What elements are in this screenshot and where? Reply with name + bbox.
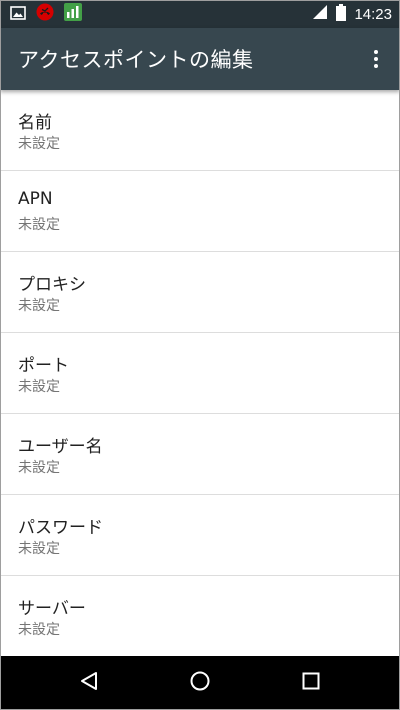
- list-item-apn[interactable]: APN 未設定: [0, 171, 400, 252]
- item-title: ユーザー名: [18, 437, 103, 457]
- list-item-port[interactable]: ポート 未設定: [0, 333, 400, 414]
- home-button[interactable]: [185, 668, 215, 698]
- recents-icon: [300, 670, 322, 696]
- status-bar: 14:23: [0, 0, 400, 28]
- item-title: サーバー: [18, 599, 86, 619]
- item-summary: 未設定: [18, 622, 60, 638]
- back-button[interactable]: [74, 668, 104, 698]
- home-icon: [189, 670, 211, 696]
- bar-chart-icon: [64, 3, 82, 25]
- signal-icon: [312, 4, 328, 24]
- item-summary: 未設定: [18, 136, 60, 152]
- clock: 14:23: [354, 5, 392, 23]
- battery-icon: [336, 3, 347, 25]
- navigation-bar: [0, 656, 400, 710]
- app-bar: アクセスポイントの編集: [0, 28, 400, 90]
- system-icons: 14:23: [312, 3, 392, 25]
- list-item-username[interactable]: ユーザー名 未設定: [0, 414, 400, 495]
- more-vert-icon: [374, 50, 378, 68]
- item-summary: 未設定: [18, 541, 60, 557]
- item-title: プロキシ: [18, 275, 86, 295]
- list-item-server[interactable]: サーバー 未設定: [0, 576, 400, 656]
- item-title: 名前: [18, 113, 52, 133]
- missed-call-icon: [36, 3, 54, 25]
- apn-settings-list: 名前 未設定 APN 未設定 プロキシ 未設定 ポート 未設定 ユーザー名 未設…: [0, 90, 400, 656]
- recents-button[interactable]: [296, 668, 326, 698]
- notification-icons: [10, 3, 82, 25]
- item-summary: 未設定: [18, 298, 60, 314]
- item-summary: 未設定: [18, 460, 60, 476]
- list-item-name[interactable]: 名前 未設定: [0, 90, 400, 171]
- back-icon: [78, 670, 100, 696]
- list-item-proxy[interactable]: プロキシ 未設定: [0, 252, 400, 333]
- item-summary: 未設定: [18, 379, 60, 395]
- item-summary: 未設定: [18, 217, 60, 233]
- item-title: パスワード: [18, 518, 103, 538]
- image-icon: [10, 5, 26, 24]
- list-item-password[interactable]: パスワード 未設定: [0, 495, 400, 576]
- item-title: ポート: [18, 356, 69, 376]
- page-title: アクセスポイントの編集: [18, 48, 254, 72]
- more-options-button[interactable]: [364, 43, 388, 75]
- item-title: APN: [18, 189, 53, 209]
